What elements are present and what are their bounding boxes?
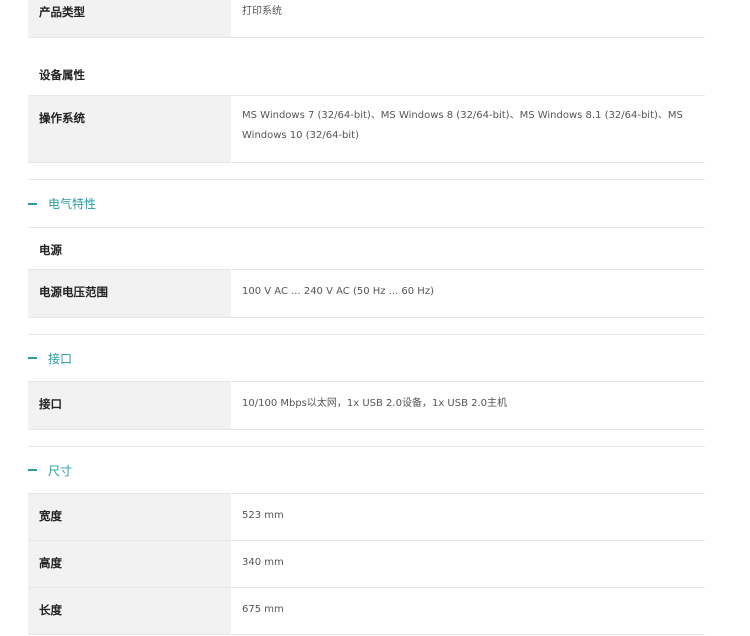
spec-row-interface: 接口 10/100 Mbps以太网，1x USB 2.0设备，1x USB 2.… bbox=[28, 382, 705, 430]
section-dimensions[interactable]: 尺寸 bbox=[28, 446, 705, 494]
section-electrical[interactable]: 电气特性 bbox=[28, 179, 705, 228]
spec-value: MS Windows 7 (32/64-bit)、MS Windows 8 (3… bbox=[242, 110, 683, 141]
spec-value: 675 mm bbox=[242, 604, 284, 615]
spec-row-os: 操作系统 MS Windows 7 (32/64-bit)、MS Windows… bbox=[28, 96, 705, 163]
spec-label: 电源电压范围 bbox=[28, 270, 231, 317]
spec-value: 340 mm bbox=[242, 557, 284, 568]
section-title: 接口 bbox=[48, 351, 73, 366]
spec-label: 接口 bbox=[28, 382, 231, 429]
spec-row-voltage: 电源电压范围 100 V AC ... 240 V AC (50 Hz ... … bbox=[28, 270, 705, 318]
spec-row-length: 长度 675 mm bbox=[28, 588, 705, 635]
spec-label: 高度 bbox=[28, 541, 231, 587]
spec-page: 产品类型 打印系统 设备属性 操作系统 MS Windows 7 (32/64-… bbox=[0, 0, 750, 636]
spec-value: 10/100 Mbps以太网，1x USB 2.0设备，1x USB 2.0主机 bbox=[242, 398, 508, 409]
spec-row-product-type: 产品类型 打印系统 bbox=[28, 0, 705, 38]
section-title: 电气特性 bbox=[48, 197, 97, 211]
section-title: 尺寸 bbox=[48, 463, 73, 478]
spec-label: 产品类型 bbox=[28, 0, 231, 37]
collapse-icon[interactable] bbox=[28, 202, 37, 205]
spec-value: 523 mm bbox=[242, 510, 284, 521]
subheading-power: 电源 bbox=[28, 228, 705, 270]
spec-value: 打印系统 bbox=[242, 6, 282, 17]
section-interface[interactable]: 接口 bbox=[28, 334, 705, 382]
spec-row-height: 高度 340 mm bbox=[28, 541, 705, 588]
collapse-icon[interactable] bbox=[28, 469, 37, 471]
spec-table: 产品类型 打印系统 设备属性 操作系统 MS Windows 7 (32/64-… bbox=[28, 0, 705, 635]
collapse-icon[interactable] bbox=[28, 357, 37, 359]
subheading-device-props: 设备属性 bbox=[28, 38, 705, 96]
spec-label: 长度 bbox=[28, 588, 231, 634]
spec-value: 100 V AC ... 240 V AC (50 Hz ... 60 Hz) bbox=[242, 286, 434, 297]
spec-label: 宽度 bbox=[28, 494, 231, 540]
spec-row-width: 宽度 523 mm bbox=[28, 494, 705, 541]
spec-label: 操作系统 bbox=[28, 96, 231, 162]
